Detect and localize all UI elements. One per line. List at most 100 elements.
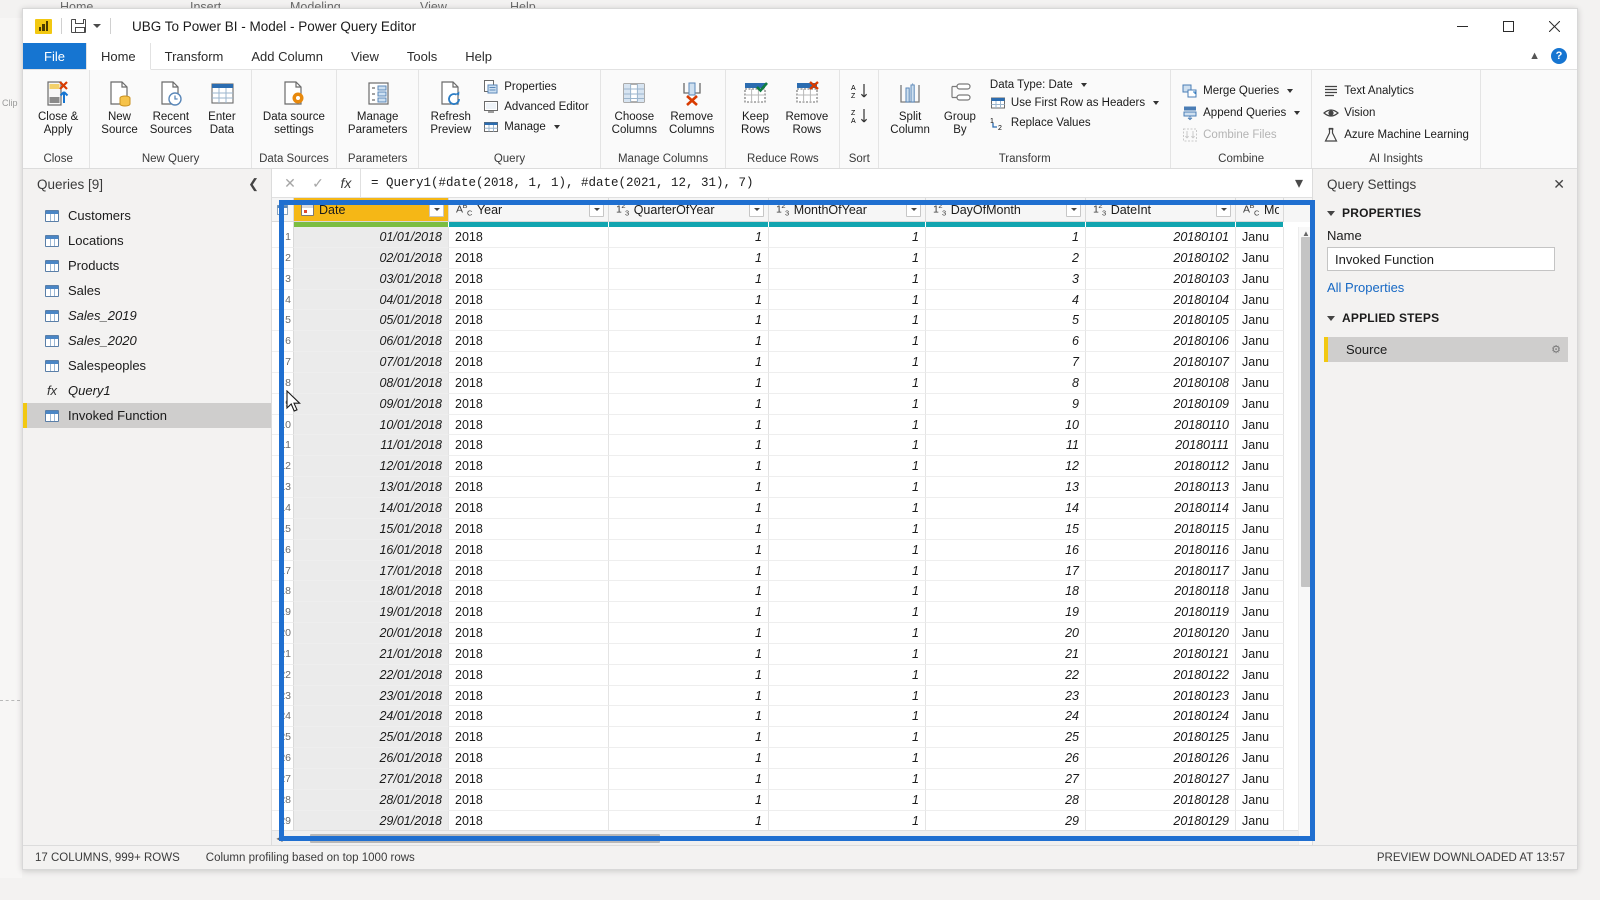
row-number[interactable]: 23 (272, 685, 294, 707)
table-cell[interactable]: 20180101 (1086, 227, 1236, 248)
row-number[interactable]: 27 (272, 768, 294, 790)
row-number[interactable]: 2 (272, 247, 294, 269)
column-header-month-name[interactable]: ABC Mo (1236, 198, 1284, 222)
column-header-monthofyear[interactable]: 123 MonthOfYear (769, 198, 926, 222)
row-number[interactable]: 13 (272, 477, 294, 498)
table-cell[interactable]: 2018 (449, 518, 609, 540)
table-cell[interactable]: 2018 (449, 352, 609, 373)
table-cell[interactable]: 2018 (449, 247, 609, 269)
table-cell[interactable]: 1 (609, 331, 769, 353)
scroll-left-arrow-icon[interactable]: ◀ (272, 834, 287, 843)
tab-tools[interactable]: Tools (393, 43, 451, 69)
row-number[interactable]: 4 (272, 289, 294, 311)
table-cell[interactable]: 1 (769, 456, 926, 478)
table-cell[interactable]: 1 (609, 685, 769, 707)
table-cell[interactable]: 20180103 (1086, 268, 1236, 290)
manage-button[interactable]: Manage (478, 117, 593, 136)
table-cell[interactable]: 1 (769, 789, 926, 811)
table-cell[interactable]: 1 (609, 706, 769, 728)
table-cell[interactable]: Janu (1236, 706, 1284, 728)
table-cell[interactable]: 1 (609, 643, 769, 665)
table-cell[interactable]: Janu (1236, 352, 1284, 373)
table-cell[interactable]: Janu (1236, 372, 1284, 394)
table-cell[interactable]: 2018 (449, 789, 609, 811)
table-cell[interactable]: Janu (1236, 497, 1284, 519)
table-cell[interactable]: 20180108 (1086, 372, 1236, 394)
table-cell[interactable]: 1 (609, 310, 769, 332)
table-cell[interactable]: 2018 (449, 372, 609, 394)
table-cell[interactable]: 20180117 (1086, 560, 1236, 582)
table-cell[interactable]: 1 (769, 727, 926, 749)
table-cell[interactable]: 1 (769, 477, 926, 498)
query-item-sales-2019[interactable]: Sales_2019 (23, 303, 271, 328)
tab-transform[interactable]: Transform (151, 43, 238, 69)
refresh-preview-button[interactable]: Refresh Preview (425, 75, 476, 138)
row-number[interactable]: 5 (272, 310, 294, 332)
table-cell[interactable]: 1 (609, 372, 769, 394)
table-row[interactable]: 14 14/01/2018 2018 1 1 14 20180114 Janu (272, 497, 1312, 519)
table-cell[interactable]: Janu (1236, 247, 1284, 269)
query-item-customers[interactable]: Customers (23, 203, 271, 228)
append-queries-button[interactable]: Append Queries (1177, 103, 1305, 122)
table-row[interactable]: 12 12/01/2018 2018 1 1 12 20180112 Janu (272, 456, 1312, 478)
recent-sources-button[interactable]: Recent Sources (145, 75, 197, 138)
tab-home[interactable]: Home (85, 43, 151, 70)
table-cell[interactable]: 17/01/2018 (294, 560, 449, 582)
table-cell[interactable]: 1 (609, 435, 769, 457)
table-cell[interactable]: 1 (609, 268, 769, 290)
query-item-query1[interactable]: fx Query1 (23, 378, 271, 403)
column-filter-button[interactable] (589, 202, 604, 217)
checkmark-icon[interactable]: ✓ (304, 169, 332, 197)
table-cell[interactable]: 1 (769, 602, 926, 624)
properties-section-header[interactable]: PROPERTIES (1313, 199, 1577, 226)
row-number[interactable]: 26 (272, 748, 294, 769)
table-cell[interactable]: 2018 (449, 289, 609, 311)
table-cell[interactable]: 23 (926, 685, 1086, 707)
query-item-products[interactable]: Products (23, 253, 271, 278)
group-by-button[interactable]: Group By (937, 75, 983, 138)
table-cell[interactable]: 20180110 (1086, 414, 1236, 436)
table-cell[interactable]: 8 (926, 372, 1086, 394)
remove-rows-button[interactable]: Remove Rows (780, 75, 833, 138)
table-cell[interactable]: 11/01/2018 (294, 435, 449, 457)
table-cell[interactable]: 1 (609, 497, 769, 519)
table-cell[interactable]: Janu (1236, 768, 1284, 790)
table-cell[interactable]: 1 (609, 748, 769, 769)
table-cell[interactable]: 2018 (449, 810, 609, 830)
applied-step-source[interactable]: Source ⚙ (1324, 337, 1568, 362)
table-cell[interactable]: 20180102 (1086, 247, 1236, 269)
choose-columns-button[interactable]: Choose Columns (607, 75, 662, 138)
table-cell[interactable]: 1 (609, 789, 769, 811)
table-row[interactable]: 2 02/01/2018 2018 1 1 2 20180102 Janu (272, 247, 1312, 269)
close-icon[interactable]: ✕ (1549, 176, 1569, 193)
table-cell[interactable]: 5 (926, 310, 1086, 332)
vision-button[interactable]: Vision (1318, 103, 1474, 122)
table-cell[interactable]: 20180107 (1086, 352, 1236, 373)
column-filter-button[interactable] (1066, 202, 1081, 217)
chevron-down-icon[interactable] (93, 24, 101, 28)
chevron-up-icon[interactable]: ▲ (1529, 50, 1540, 62)
table-cell[interactable]: Janu (1236, 477, 1284, 498)
table-cell[interactable]: 1 (769, 623, 926, 644)
table-cell[interactable]: 1 (609, 768, 769, 790)
table-cell[interactable]: 25 (926, 727, 1086, 749)
table-cell[interactable]: 20/01/2018 (294, 623, 449, 644)
table-cell[interactable]: 2018 (449, 623, 609, 644)
table-cell[interactable]: 4 (926, 289, 1086, 311)
table-cell[interactable]: 21/01/2018 (294, 643, 449, 665)
table-cell[interactable]: 03/01/2018 (294, 268, 449, 290)
table-cell[interactable]: 7 (926, 352, 1086, 373)
table-cell[interactable]: 2018 (449, 414, 609, 436)
table-cell[interactable]: 1 (609, 560, 769, 582)
table-row[interactable]: 22 22/01/2018 2018 1 1 22 20180122 Janu (272, 664, 1312, 686)
table-row[interactable]: 29 29/01/2018 2018 1 1 29 20180129 Janu (272, 810, 1312, 830)
table-cell[interactable]: 1 (609, 393, 769, 415)
table-cell[interactable]: 1 (769, 810, 926, 830)
table-cell[interactable]: 2018 (449, 477, 609, 498)
table-cell[interactable]: 1 (609, 477, 769, 498)
table-cell[interactable]: 1 (609, 247, 769, 269)
table-cell[interactable]: 12/01/2018 (294, 456, 449, 478)
table-cell[interactable]: 2018 (449, 581, 609, 603)
table-row[interactable]: 20 20/01/2018 2018 1 1 20 20180120 Janu (272, 623, 1312, 644)
table-row[interactable]: 27 27/01/2018 2018 1 1 27 20180127 Janu (272, 768, 1312, 790)
